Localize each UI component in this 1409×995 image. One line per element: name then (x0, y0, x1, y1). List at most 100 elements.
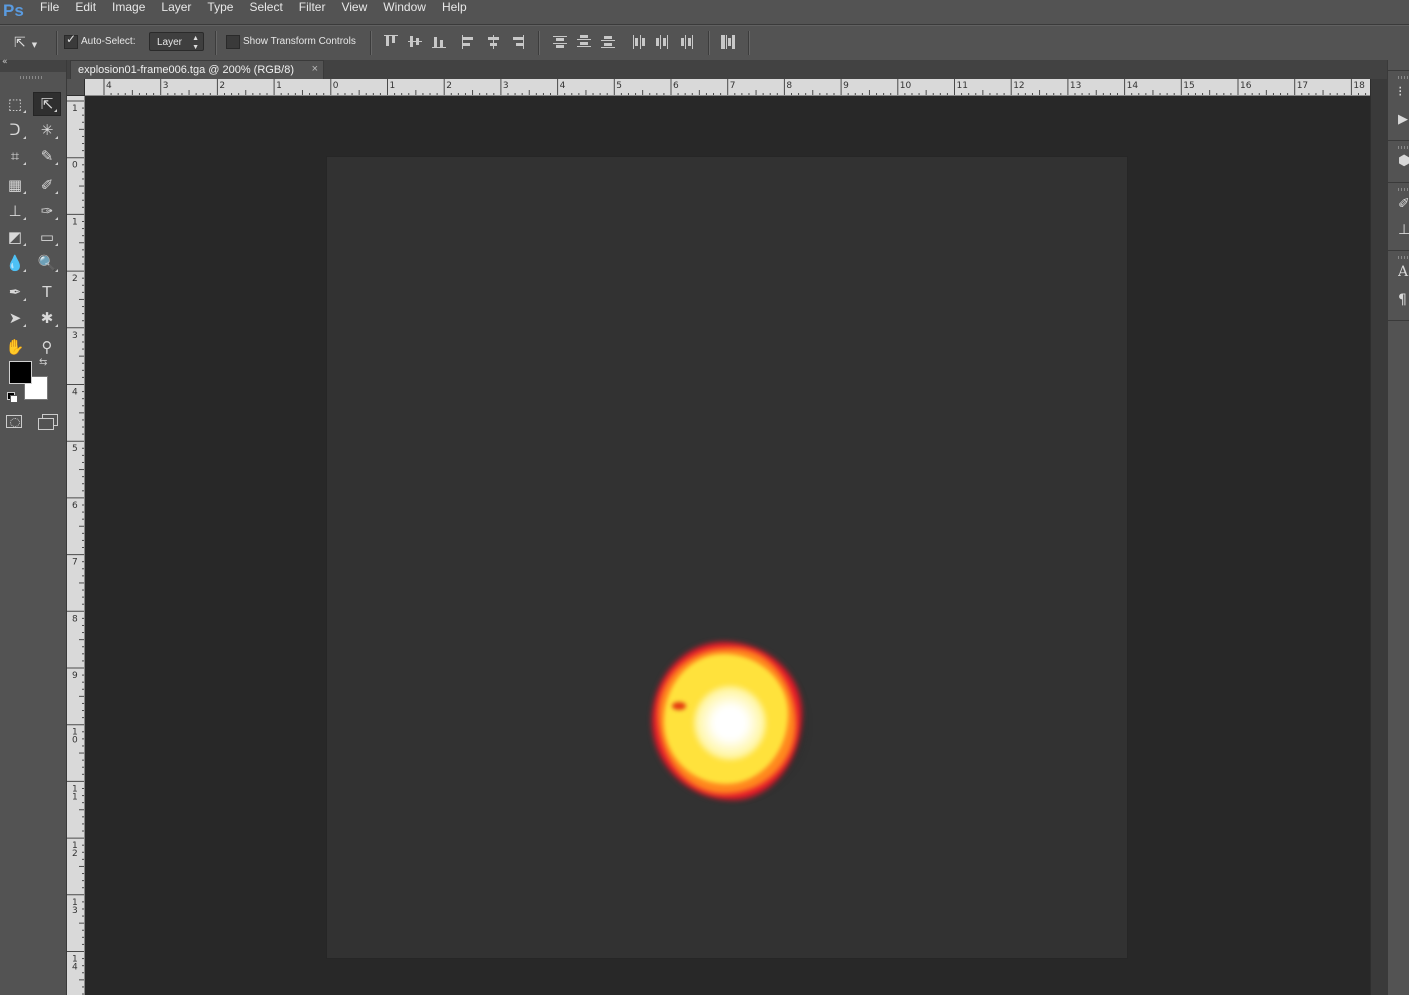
rectangular-marquee-tool-icon[interactable]: ⬚ (1, 92, 29, 116)
lasso-tool-icon[interactable]: ᑐ (1, 118, 29, 142)
show-transform-controls-checkbox[interactable] (226, 35, 240, 49)
menu-layer[interactable]: Layer (153, 0, 199, 24)
horizontal-ruler[interactable]: 4 3 2 1 0 1 2 3 4 5 6 7 8 9 10 11 12 13 14 15 16 17 18 (85, 79, 1370, 96)
clone-stamp-tool-icon[interactable]: ⊥ (1, 199, 29, 223)
paragraph-icon[interactable]: ¶ (1398, 292, 1409, 308)
horizontal-ruler-ticks: 4 3 2 1 0 1 2 3 4 5 6 7 8 9 10 11 12 13 14 15 16 17 18 (103, 79, 1367, 95)
ruler-label: 11 (957, 81, 968, 91)
ruler-label: 7 (730, 81, 736, 91)
align-vertical-centers-icon[interactable] (408, 35, 422, 49)
zoom-tool-icon[interactable]: ⚲ (33, 335, 61, 359)
blur-tool-icon[interactable]: 💧 (1, 251, 29, 275)
history-icon[interactable]: ⁝ (1398, 84, 1409, 100)
right-panel-grip-4[interactable] (1398, 256, 1408, 259)
magic-wand-tool-icon[interactable]: ✳ (33, 118, 61, 142)
brush-settings-icon[interactable]: ✐ (1398, 196, 1409, 212)
right-panel-grip-3[interactable] (1398, 188, 1408, 191)
distribute-vertical-centers-icon[interactable] (577, 35, 591, 49)
move-tool-icon[interactable]: ⇱ (33, 92, 61, 116)
ruler-label: 8 (786, 81, 792, 91)
options-bar: ⇱▼ Auto-Select: Layer ▲▼ Show Transform … (0, 25, 1409, 61)
hand-tool-icon[interactable]: ✋ (1, 335, 29, 359)
show-transform-controls-label: Show Transform Controls (243, 36, 356, 47)
distribute-right-edges-icon[interactable] (680, 35, 694, 49)
clone-source-icon[interactable]: ⊥ (1398, 222, 1409, 238)
ruler-label: 1 (276, 81, 282, 91)
auto-select-target-dropdown[interactable]: Layer ▲ ▼ (149, 32, 204, 51)
ruler-label: 8 (72, 614, 78, 624)
distribute-horizontal-centers-icon[interactable] (656, 35, 670, 49)
dodge-tool-icon[interactable]: 🔍 (33, 251, 61, 275)
eyedropper-tool-icon[interactable]: ✎ (33, 144, 61, 168)
align-horizontal-centers-icon[interactable] (487, 35, 501, 49)
custom-shape-tool-icon[interactable]: ✱ (33, 306, 61, 330)
menu-image[interactable]: Image (104, 0, 153, 24)
tools-panel-grip[interactable] (20, 76, 42, 79)
menu-filter[interactable]: Filter (291, 0, 334, 24)
close-document-icon[interactable]: × (312, 63, 318, 75)
menu-view[interactable]: View (333, 0, 375, 24)
ruler-origin[interactable] (67, 79, 85, 96)
right-panel-dock: ⁝ ▶ ⬢ ✐ ⊥ A ¶ (1387, 60, 1409, 995)
ruler-label: 15 (1183, 81, 1194, 91)
default-colors-icon[interactable] (7, 392, 18, 403)
vertical-ruler-ticks: 101234567891 01 11 21 31 4 (67, 100, 84, 995)
ruler-label: 6 (72, 501, 78, 511)
type-tool-icon[interactable]: T (33, 280, 61, 304)
vertical-scrollbar[interactable] (1370, 79, 1387, 995)
ruler-label: 6 (673, 81, 679, 91)
ruler-label: 0 (333, 81, 339, 91)
menu-window[interactable]: Window (375, 0, 434, 24)
auto-align-layers-icon[interactable] (721, 35, 735, 49)
ruler-label: 3 (163, 81, 169, 91)
move-tool-preset-icon[interactable]: ⇱ ▼ (14, 32, 50, 54)
document-canvas[interactable] (327, 157, 1127, 958)
ruler-label: 4 (560, 81, 566, 91)
ruler-label: 17 (1297, 81, 1308, 91)
right-panel-grip-2[interactable] (1398, 146, 1408, 149)
ruler-label: 14 (72, 955, 78, 973)
align-right-edges-icon[interactable] (511, 35, 525, 49)
character-icon[interactable]: A (1398, 264, 1409, 280)
align-left-edges-icon[interactable] (462, 35, 476, 49)
history-brush-tool-icon[interactable]: ✑ (33, 199, 61, 223)
align-top-edges-icon[interactable] (384, 35, 398, 49)
menu-file[interactable]: File (32, 0, 67, 24)
distribute-bottom-edges-icon[interactable] (601, 35, 615, 49)
ruler-label: 9 (843, 81, 849, 91)
path-selection-tool-icon[interactable]: ➤ (1, 306, 29, 330)
play-actions-icon[interactable]: ▶ (1398, 112, 1409, 127)
ruler-label: 12 (72, 841, 78, 859)
right-panel-grip[interactable] (1398, 76, 1408, 79)
distribute-left-edges-icon[interactable] (632, 35, 646, 49)
photoshop-logo: Ps (3, 1, 24, 20)
quick-mask-mode-icon[interactable] (6, 415, 22, 428)
3d-icon[interactable]: ⬢ (1398, 153, 1409, 169)
brush-tool-icon[interactable]: ✐ (33, 173, 61, 197)
spot-healing-tool-icon[interactable]: ▦ (1, 173, 29, 197)
vertical-ruler[interactable]: 101234567891011121314 (67, 96, 85, 995)
screen-mode-icon[interactable] (38, 414, 58, 430)
menu-edit[interactable]: Edit (67, 0, 104, 24)
distribute-top-edges-icon[interactable] (553, 35, 567, 49)
pen-tool-icon[interactable]: ✒ (1, 280, 29, 304)
align-bottom-edges-icon[interactable] (432, 35, 446, 49)
ruler-label: 2 (219, 81, 225, 91)
tools-panel-header[interactable]: « (0, 57, 66, 79)
foreground-color-swatch[interactable] (9, 361, 32, 384)
eraser-tool-icon[interactable]: ◩ (1, 225, 29, 249)
menu-type[interactable]: Type (199, 0, 241, 24)
auto-select-label: Auto-Select: (81, 36, 136, 47)
crop-tool-icon[interactable]: ⌗ (1, 144, 29, 168)
ruler-label: 14 (1127, 81, 1139, 91)
menu-select[interactable]: Select (241, 0, 290, 24)
gradient-tool-icon[interactable]: ▭ (33, 225, 61, 249)
document-tab[interactable]: explosion01-frame006.tga @ 200% (RGB/8) … (70, 60, 324, 80)
ruler-label: 7 (72, 558, 78, 568)
ruler-label: 11 (72, 784, 78, 802)
auto-select-checkbox[interactable] (64, 32, 78, 49)
menu-help[interactable]: Help (434, 0, 475, 24)
swap-colors-icon[interactable]: ⇆ (39, 357, 47, 368)
collapse-panel-icon[interactable]: « (2, 57, 8, 67)
ruler-label: 3 (503, 81, 509, 91)
